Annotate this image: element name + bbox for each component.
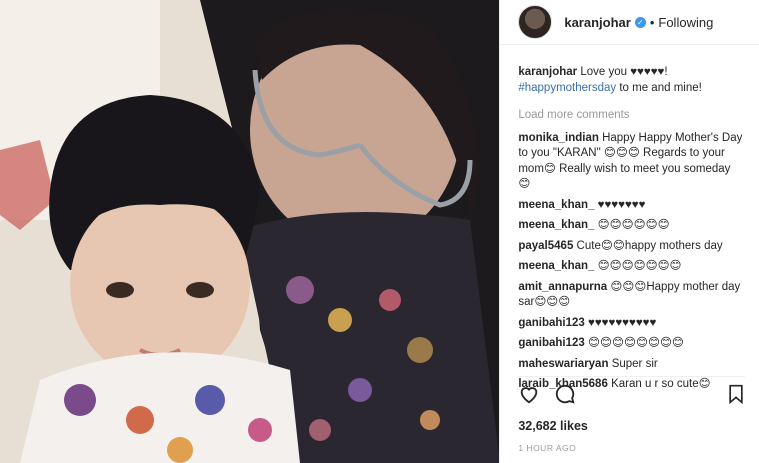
- comment-username[interactable]: meena_khan_: [518, 260, 594, 272]
- comment-username[interactable]: meena_khan_: [518, 199, 594, 211]
- comments-list: karanjohar Love you ♥♥♥♥♥! #happymothers…: [500, 45, 759, 393]
- comment-icon[interactable]: [554, 383, 576, 410]
- comment-text: Cute😊😊happy mothers day: [576, 239, 723, 252]
- post-photo[interactable]: [0, 0, 500, 463]
- action-icons: [518, 383, 745, 409]
- photo-illustration: [0, 0, 500, 463]
- comment-item: meena_khan_ 😊😊😊😊😊😊😊: [518, 259, 745, 275]
- comment-username[interactable]: meena_khan_: [518, 219, 594, 231]
- comment-text: Super sir: [611, 357, 658, 370]
- instagram-post: karanjohar ✓ • Following karanjohar Love…: [0, 0, 759, 463]
- avatar[interactable]: [518, 5, 553, 39]
- comment-text: 😊😊😊😊😊😊: [597, 219, 670, 231]
- comment-username[interactable]: monika_indian: [518, 132, 599, 144]
- post-actions: 32,682 likes 1 HOUR AGO: [518, 376, 745, 453]
- likes-count[interactable]: 32,682 likes: [518, 419, 745, 433]
- header-username[interactable]: karanjohar: [564, 15, 630, 30]
- verified-badge-icon: ✓: [634, 16, 646, 28]
- comment-item: ganibahi123 😊😊😊😊😊😊😊😊: [518, 336, 745, 352]
- comment-item: amit_annapurna 😊😊😊Happy mother day sar😊😊…: [518, 280, 745, 311]
- post-timestamp: 1 HOUR AGO: [518, 443, 577, 453]
- comment-item: payal5465 Cute😊😊happy mothers day: [518, 239, 745, 255]
- comment-username[interactable]: ganibahi123: [518, 337, 584, 349]
- caption-text: Love you ♥♥♥♥♥!: [580, 66, 668, 78]
- bookmark-icon[interactable]: [727, 384, 745, 409]
- load-more-comments[interactable]: Load more comments: [518, 108, 745, 124]
- comment-username[interactable]: amit_annapurna: [518, 281, 607, 293]
- caption-username[interactable]: karanjohar: [518, 66, 577, 78]
- comment-item: ganibahi123 ♥♥♥♥♥♥♥♥♥♥: [518, 316, 745, 332]
- comment-text: 😊😊😊😊😊😊😊😊: [588, 337, 684, 349]
- following-button[interactable]: Following: [658, 15, 713, 30]
- comment-item: maheswariaryan Super sir: [518, 357, 745, 373]
- comment-username[interactable]: payal5465: [518, 240, 573, 252]
- caption-text-2: to me and mine!: [616, 81, 702, 94]
- comment-text: ♥♥♥♥♥♥♥♥♥♥: [588, 316, 657, 329]
- caption: karanjohar Love you ♥♥♥♥♥! #happymothers…: [518, 65, 745, 96]
- comment-username[interactable]: ganibahi123: [518, 317, 584, 329]
- hashtag-link[interactable]: #happymothersday: [518, 82, 616, 94]
- comment-item: meena_khan_ ♥♥♥♥♥♥♥: [518, 198, 745, 214]
- separator-dot: •: [649, 14, 655, 30]
- comment-username[interactable]: maheswariaryan: [518, 358, 608, 370]
- comment-text: 😊😊😊😊😊😊😊: [597, 260, 682, 272]
- comment-item: meena_khan_ 😊😊😊😊😊😊: [518, 218, 745, 234]
- comment-item: monika_indian Happy Happy Mother's Day t…: [518, 131, 745, 193]
- comment-text: ♥♥♥♥♥♥♥: [597, 198, 646, 211]
- post-header: karanjohar ✓ • Following: [500, 0, 759, 45]
- post-sidebar: karanjohar ✓ • Following karanjohar Love…: [499, 0, 759, 463]
- heart-icon[interactable]: [518, 383, 540, 410]
